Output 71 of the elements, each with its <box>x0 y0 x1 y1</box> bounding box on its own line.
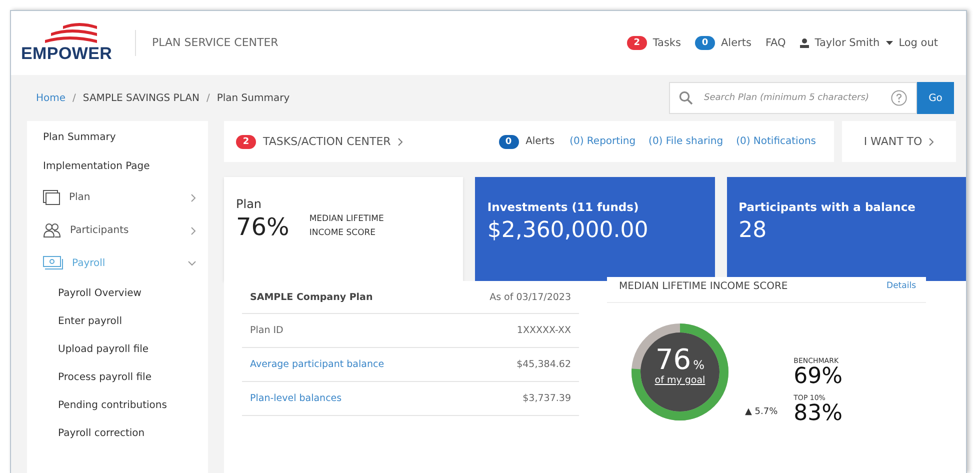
help-icon[interactable] <box>891 90 907 106</box>
sidebar-subitem[interactable]: Process payroll file <box>27 363 208 391</box>
action-link[interactable]: (0) Reporting <box>570 136 636 147</box>
tasks-action-center-link[interactable]: TASKS/ACTION CENTER <box>263 135 391 148</box>
search-field[interactable]: Search Plan (minimum 5 characters) <box>669 82 917 114</box>
as-of-date: As of 03/17/2023 <box>490 292 571 302</box>
tasks-count: 2 <box>626 36 647 50</box>
breadcrumb-separator: / <box>72 92 76 104</box>
sidebar-subitem[interactable]: Upload payroll file <box>27 335 208 363</box>
row-value: $3,737.39 <box>522 393 571 404</box>
people-icon <box>43 223 61 238</box>
alerts-label: Alerts <box>526 136 555 147</box>
row-value: $45,384.62 <box>516 359 571 370</box>
go-button[interactable]: Go <box>917 82 954 114</box>
stat-card[interactable]: Participants with a balance 28 <box>726 177 966 281</box>
sidebar-section[interactable]: Participants <box>27 214 208 247</box>
card-value: 28 <box>738 218 768 243</box>
chevron-right-icon <box>191 226 196 234</box>
sidebar-subitem[interactable]: Pending contributions <box>27 391 208 419</box>
money-icon <box>43 256 63 270</box>
card-value: $2,360,000.00 <box>487 218 650 243</box>
search-icon <box>679 91 693 105</box>
action-link[interactable]: (0) Notifications <box>736 136 816 147</box>
goal-link[interactable]: of my goal <box>654 375 706 386</box>
breadcrumb-current: Plan Summary <box>216 92 290 104</box>
stat-card[interactable]: Investments (11 funds) $2,360,000.00 <box>475 177 715 281</box>
row-link[interactable]: Average participant balance <box>250 359 384 370</box>
chevron-down-icon <box>188 260 196 266</box>
card-caption: MEDIAN LIFETIME INCOME SCORE <box>309 213 385 240</box>
row-link[interactable]: Plan-level balances <box>250 393 342 404</box>
sidebar-item[interactable]: Plan Summary <box>27 123 208 152</box>
card-title: Investments (11 funds) <box>487 200 640 214</box>
card-title: Participants with a balance <box>738 200 916 214</box>
row-value: 1XXXXX-XX <box>516 325 571 336</box>
faq-link[interactable]: FAQ <box>765 37 786 49</box>
score-unit: % <box>693 358 705 372</box>
chevron-right-icon <box>191 194 196 202</box>
score-change: ▲ 5.7% <box>745 407 778 419</box>
alerts-link[interactable]: Alerts <box>720 37 752 49</box>
score-value: 76 <box>655 343 692 376</box>
alerts-count: 0 <box>694 36 715 50</box>
alerts-count: 0 <box>498 134 519 148</box>
details-link[interactable]: Details <box>886 281 916 291</box>
plan-name: SAMPLE Company Plan <box>250 292 373 302</box>
breadcrumb-link[interactable]: Home <box>36 92 66 104</box>
benchmark-value: 69% <box>794 364 843 388</box>
benchmark-value: 83% <box>794 402 843 425</box>
chevron-right-icon <box>398 138 403 146</box>
i-want-to-button[interactable]: I WANT TO <box>842 121 956 162</box>
sidebar-item[interactable]: Implementation Page <box>27 152 208 181</box>
sidebar-subitem[interactable]: Payroll correction <box>27 419 208 447</box>
logout-link[interactable]: Log out <box>898 37 938 49</box>
sidebar-section[interactable]: Plan <box>27 181 208 214</box>
caret-icon <box>886 41 893 45</box>
app-title: PLAN SERVICE CENTER <box>135 30 278 56</box>
tasks-count: 2 <box>236 134 256 148</box>
window-icon <box>43 190 60 205</box>
row-label: Plan ID <box>250 325 284 336</box>
card-title: Plan <box>236 197 263 211</box>
logo[interactable]: EMPOWER <box>21 44 112 64</box>
action-link[interactable]: (0) File sharing <box>648 136 724 147</box>
chevron-right-icon <box>929 138 934 146</box>
breadcrumb-link[interactable]: SAMPLE SAVINGS PLAN <box>82 92 200 104</box>
sidebar-subitem[interactable]: Payroll Overview <box>27 279 208 307</box>
panel-title: MEDIAN LIFETIME INCOME SCORE <box>619 281 788 292</box>
user-menu[interactable]: Taylor Smith <box>814 37 880 49</box>
card-value: 76% <box>236 213 290 241</box>
breadcrumb-separator: / <box>206 92 210 104</box>
tasks-link[interactable]: Tasks <box>652 37 681 49</box>
user-icon <box>800 38 809 48</box>
sidebar-subitem[interactable]: Enter payroll <box>27 307 208 335</box>
